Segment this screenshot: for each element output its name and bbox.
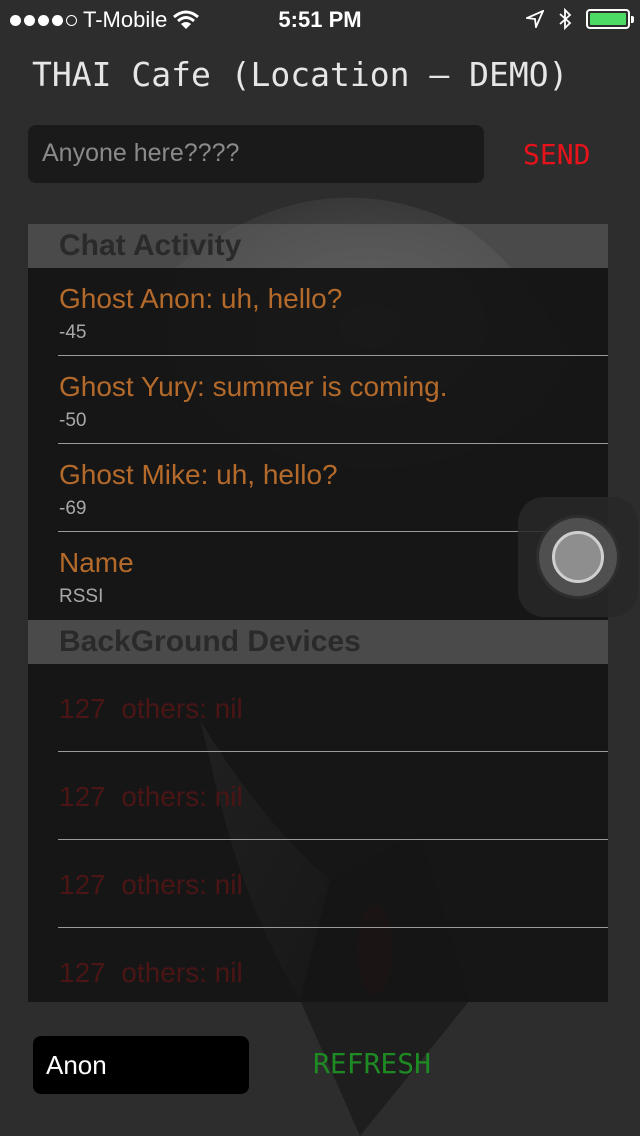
chat-rssi: -45: [59, 322, 87, 343]
name-input[interactable]: Anon: [33, 1036, 249, 1094]
background-devices-header: BackGround Devices: [28, 620, 608, 664]
status-bar: T-Mobile 5:51 PM: [0, 0, 640, 40]
device-row[interactable]: 127 others: nil: [28, 752, 608, 840]
chat-rssi: -50: [59, 410, 87, 431]
device-label: 127 others: nil: [59, 781, 243, 812]
message-placeholder: Anyone here????: [42, 139, 240, 167]
device-label: 127 others: nil: [59, 869, 243, 900]
chat-row[interactable]: Ghost Yury: summer is coming. -50: [28, 356, 608, 444]
chat-activity-header: Chat Activity: [28, 224, 608, 268]
chat-rssi: -69: [59, 498, 87, 519]
chat-message: Ghost Mike: uh, hello?: [59, 459, 338, 490]
send-button[interactable]: SEND: [523, 138, 590, 171]
assistive-touch-icon[interactable]: [518, 497, 638, 617]
location-arrow-icon: [526, 10, 544, 28]
device-row[interactable]: 127 others: nil: [28, 928, 608, 1002]
chat-message: Ghost Yury: summer is coming.: [59, 371, 448, 402]
chat-row[interactable]: Ghost Anon: uh, hello? -45: [28, 268, 608, 356]
refresh-button[interactable]: REFRESH: [313, 1047, 431, 1080]
chat-message: Name: [59, 547, 134, 578]
chat-message: Ghost Anon: uh, hello?: [59, 283, 343, 314]
chat-rssi: RSSI: [59, 586, 104, 607]
device-label: 127 others: nil: [59, 693, 243, 724]
name-value: Anon: [46, 1050, 107, 1080]
device-row[interactable]: 127 others: nil: [28, 840, 608, 928]
battery-icon: [586, 9, 634, 29]
device-label: 127 others: nil: [59, 957, 243, 988]
bluetooth-icon: [559, 8, 572, 30]
device-row[interactable]: 127 others: nil: [28, 664, 608, 752]
page-title: THAI Cafe (Location – DEMO): [32, 55, 569, 94]
message-input[interactable]: Anyone here????: [28, 125, 484, 183]
